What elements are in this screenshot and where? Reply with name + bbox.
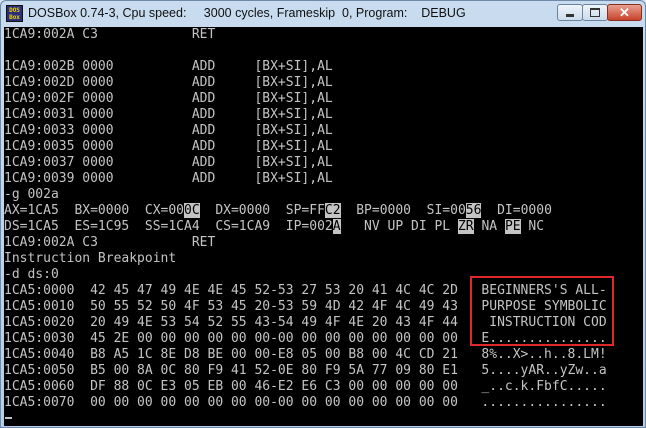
- memory-dump-row: 1CA5:0040 B8 A5 1C 8E D8 BE 00 00-E8 05 …: [4, 347, 607, 362]
- title-bar[interactable]: DOS Box DOSBox 0.74-3, Cpu speed: 3000 c…: [1, 1, 645, 27]
- register-line-general: AX=1CA5 BX=0000 CX=000C DX=0000 SP=FFC2 …: [4, 203, 552, 219]
- console-line: -d ds:0: [4, 267, 59, 282]
- console-line: 1CA9:0037 0000 ADD [BX+SI],AL: [4, 155, 333, 170]
- console-line: 1CA9:002A C3 RET: [4, 235, 216, 250]
- memory-dump-row: 1CA5:0050 B5 00 8A 0C 80 F9 41 52-0E 80 …: [4, 363, 607, 378]
- dosbox-app-icon[interactable]: DOS Box: [6, 5, 23, 22]
- dosbox-window: DOS Box DOSBox 0.74-3, Cpu speed: 3000 c…: [0, 0, 646, 428]
- highlight-cell: PE: [504, 219, 521, 234]
- console-line: 1CA9:0031 0000 ADD [BX+SI],AL: [4, 107, 333, 122]
- console-line: 1CA9:0039 0000 ADD [BX+SI],AL: [4, 171, 333, 186]
- highlight-cell: A: [332, 219, 341, 234]
- maximize-button[interactable]: [582, 4, 608, 21]
- register-line-segment-flags: DS=1CA5 ES=1C95 SS=1CA4 CS=1CA9 IP=002A …: [4, 219, 544, 235]
- text-cursor: [5, 417, 12, 419]
- highlight-cell: 0C: [184, 203, 200, 218]
- close-button[interactable]: ✕: [607, 4, 642, 21]
- maximize-icon: [590, 8, 600, 17]
- console-line: Instruction Breakpoint: [4, 251, 177, 266]
- minimize-button[interactable]: [557, 4, 583, 21]
- console-line: 1CA9:002F 0000 ADD [BX+SI],AL: [4, 91, 333, 106]
- dos-console[interactable]: 1CA9:002A C3 RET 1CA9:002B 0000 ADD [BX+…: [4, 27, 643, 426]
- window-title: DOSBox 0.74-3, Cpu speed: 3000 cycles, F…: [28, 6, 466, 20]
- register-text: DX=0000 SP=FF: [199, 203, 325, 218]
- register-text: DS=1CA5 ES=1C95 SS=1CA4 CS=1CA9 IP=002: [4, 219, 333, 234]
- register-text: DI=0000: [481, 203, 552, 218]
- highlight-cell: ZR: [457, 219, 474, 234]
- register-text: NV UP DI PL: [340, 219, 458, 234]
- highlight-cell: 56: [465, 203, 482, 218]
- console-line: 1CA9:0035 0000 ADD [BX+SI],AL: [4, 139, 333, 154]
- register-text: BP=0000 SI=00: [340, 203, 466, 218]
- console-line: 1CA9:002A C3 RET: [4, 27, 216, 42]
- highlight-cell: C2: [324, 203, 341, 218]
- close-icon: ✕: [619, 5, 630, 20]
- minimize-icon: [566, 14, 574, 17]
- register-text: NC: [520, 219, 545, 234]
- console-line: 1CA9:0033 0000 ADD [BX+SI],AL: [4, 123, 333, 138]
- memory-dump-row: 1CA5:0070 00 00 00 00 00 00 00 00-00 00 …: [4, 395, 607, 410]
- console-line: 1CA9:002D 0000 ADD [BX+SI],AL: [4, 75, 333, 90]
- console-line: 1CA9:002B 0000 ADD [BX+SI],AL: [4, 59, 333, 74]
- memory-dump-row: 1CA5:0060 DF 88 0C E3 05 EB 00 46-E2 E6 …: [4, 379, 607, 394]
- console-line: -g 002a: [4, 187, 59, 202]
- annotation-highlight-box: [470, 276, 614, 346]
- register-text: AX=1CA5 BX=0000 CX=00: [4, 203, 185, 218]
- register-text: NA: [473, 219, 505, 234]
